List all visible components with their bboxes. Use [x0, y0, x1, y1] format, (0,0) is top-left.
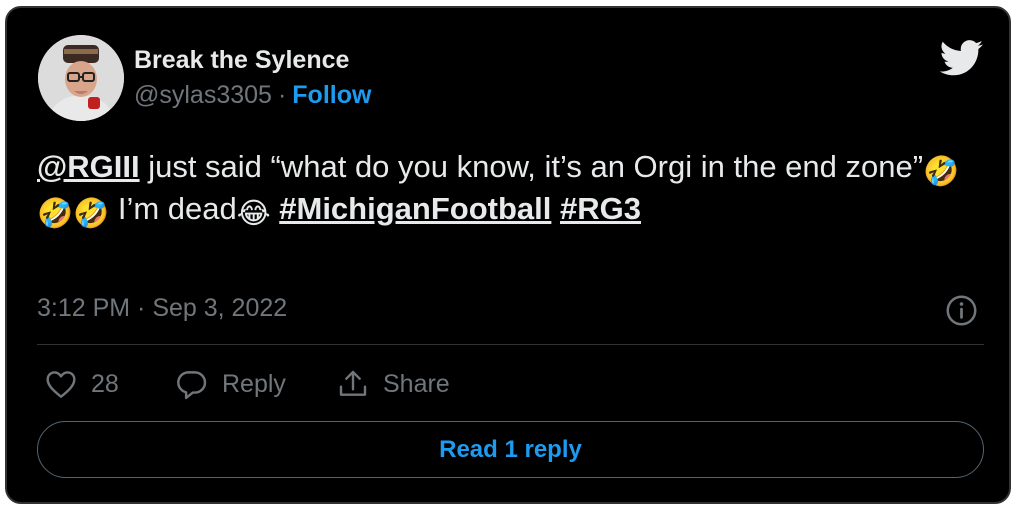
mention-link[interactable]: @RGIII — [37, 149, 140, 184]
avatar-image — [38, 35, 124, 121]
author-name[interactable]: Break the Sylence — [134, 46, 349, 75]
rofl-emoji: 🤣 — [923, 156, 960, 188]
twitter-bird-icon[interactable] — [940, 40, 984, 76]
info-icon[interactable] — [945, 294, 978, 327]
reply-label: Reply — [222, 369, 286, 398]
tears-of-joy-emoji: 😂 — [236, 198, 271, 230]
tweet-timestamp[interactable]: 3:12 PM · Sep 3, 2022 — [37, 294, 287, 323]
rofl-emoji: 🤣 — [37, 198, 74, 230]
follow-button[interactable]: Follow — [292, 81, 371, 109]
like-button[interactable]: 28 — [45, 366, 119, 402]
tweet-text-part2: I’m dead — [109, 191, 237, 226]
speech-bubble-icon — [177, 370, 207, 399]
tweet-text: @RGIII just said “what do you know, it’s… — [37, 146, 987, 230]
tweet-card: Break the Sylence @sylas3305 · Follow @RGI… — [5, 6, 1011, 504]
read-replies-button[interactable]: Read 1 reply — [37, 421, 984, 478]
share-label: Share — [383, 369, 450, 398]
separator-dot: · — [277, 81, 287, 109]
rofl-emoji: 🤣 — [73, 198, 110, 230]
hashtag-link[interactable]: #RG3 — [560, 191, 641, 226]
tweet-text-part1: just said “what do you know, it’s an Org… — [139, 149, 924, 184]
reply-button[interactable]: Reply — [175, 366, 286, 402]
share-button[interactable]: Share — [337, 366, 450, 402]
author-handle-row: @sylas3305 · Follow — [134, 81, 371, 110]
share-arrow-icon — [339, 370, 367, 396]
author-handle[interactable]: @sylas3305 — [134, 81, 272, 109]
heart-icon — [46, 371, 76, 398]
avatar[interactable] — [38, 35, 124, 121]
divider — [37, 344, 984, 345]
hashtag-link[interactable]: #MichiganFootball — [279, 191, 551, 226]
like-count: 28 — [91, 369, 119, 398]
